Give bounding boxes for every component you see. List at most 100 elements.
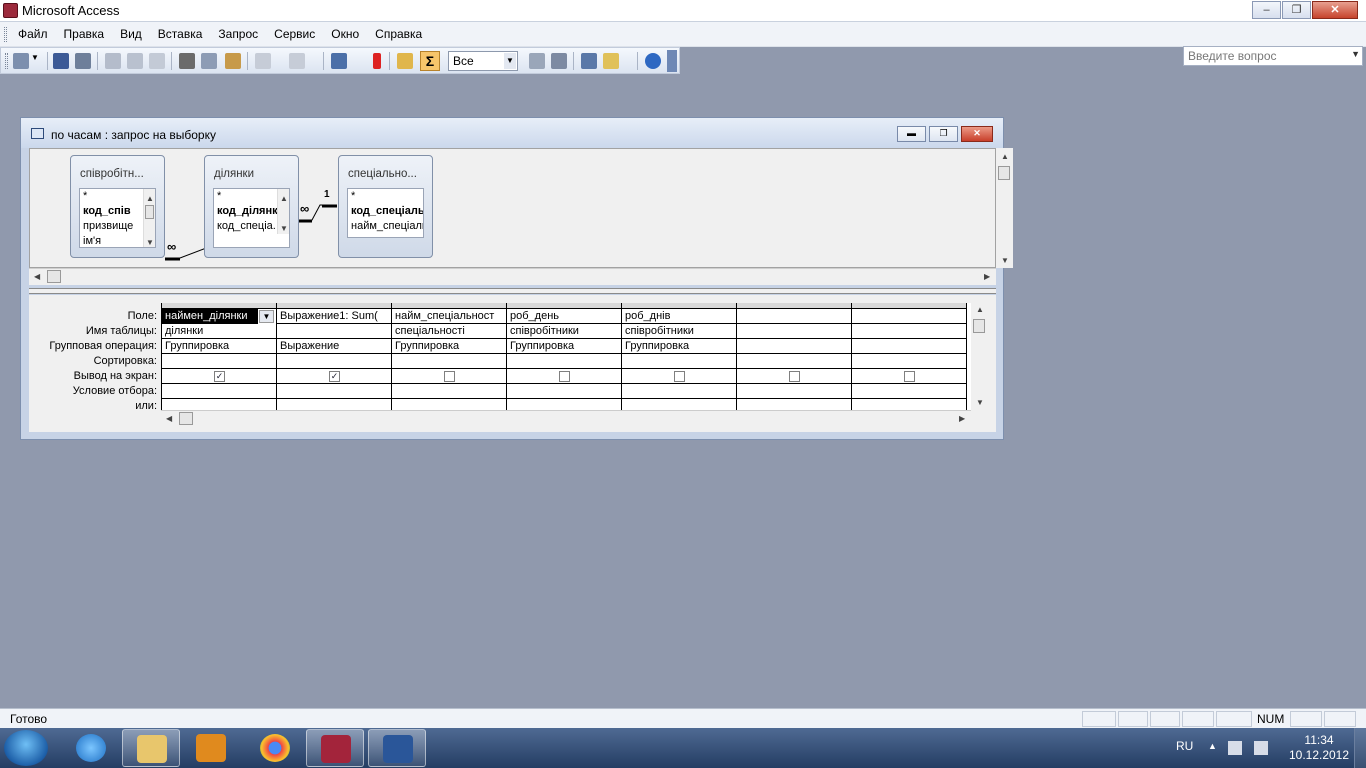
clock[interactable]: 11:34 10.12.2012 xyxy=(1284,733,1354,763)
show-checkbox[interactable] xyxy=(444,371,455,382)
grid-cell-criteria[interactable] xyxy=(852,384,966,399)
table-pane-hscrollbar[interactable]: ◀ ▶ xyxy=(29,268,996,285)
language-indicator[interactable]: RU xyxy=(1176,739,1193,753)
query-window-titlebar[interactable]: по часам : запрос на выборку ▬ ❐ ✕ xyxy=(21,118,1003,148)
menu-item[interactable]: Файл xyxy=(10,27,56,41)
menu-item[interactable]: Запрос xyxy=(210,27,266,41)
grid-cell-sort[interactable] xyxy=(392,354,506,369)
menu-item[interactable]: Вставка xyxy=(150,27,211,41)
table-pane-vscrollbar[interactable]: ▲ ▼ xyxy=(996,148,1013,268)
grid-cell-show[interactable] xyxy=(737,369,851,384)
save-icon[interactable] xyxy=(53,53,69,69)
start-button[interactable] xyxy=(4,730,48,766)
view-dropdown-icon[interactable]: ▼ xyxy=(31,53,41,69)
chevron-down-icon[interactable]: ▼ xyxy=(1351,49,1360,59)
query-close-button[interactable]: ✕ xyxy=(961,126,993,142)
grid-cell-total[interactable]: Группировка xyxy=(622,339,736,354)
menu-grip[interactable] xyxy=(4,27,7,42)
minimize-button[interactable]: – xyxy=(1252,1,1281,19)
paste-icon[interactable] xyxy=(225,53,241,69)
top-values-select[interactable]: Все ▼ xyxy=(448,51,518,71)
show-table-icon[interactable] xyxy=(397,53,413,69)
show-checkbox[interactable] xyxy=(789,371,800,382)
grid-cell-field[interactable] xyxy=(737,309,851,324)
copy-icon[interactable] xyxy=(201,53,217,69)
grid-cell-show[interactable] xyxy=(392,369,506,384)
grid-cell-field[interactable]: найм_спеціальност xyxy=(392,309,506,324)
redo-icon[interactable] xyxy=(289,53,305,69)
cut-icon[interactable] xyxy=(179,53,195,69)
restore-button[interactable]: ❐ xyxy=(1282,1,1311,19)
grid-cell-show[interactable]: ✓ xyxy=(277,369,391,384)
design-grid-hscrollbar[interactable]: ◀ ▶ xyxy=(161,410,971,427)
grid-cell-criteria[interactable] xyxy=(162,384,276,399)
grid-cell-field[interactable]: роб_день xyxy=(507,309,621,324)
grid-cell-field[interactable]: наймен_ділянки xyxy=(162,309,258,324)
grid-cell-sort[interactable] xyxy=(507,354,621,369)
grid-cell-field[interactable]: роб_днів xyxy=(622,309,736,324)
properties-icon[interactable] xyxy=(529,53,545,69)
grid-cell-sort[interactable] xyxy=(162,354,276,369)
field-list-scrollbar[interactable]: ▲ ▼ xyxy=(277,189,289,234)
grid-cell-show[interactable] xyxy=(852,369,966,384)
field-item[interactable]: * xyxy=(351,189,423,204)
undo-icon[interactable] xyxy=(255,53,271,69)
network-icon[interactable] xyxy=(1228,741,1242,755)
volume-icon[interactable] xyxy=(1254,741,1268,755)
show-checkbox[interactable] xyxy=(559,371,570,382)
help-search-input[interactable]: Введите вопрос ▼ xyxy=(1183,46,1363,66)
query-restore-button[interactable]: ❐ xyxy=(929,126,958,142)
toolbar-grip[interactable] xyxy=(5,53,8,69)
grid-cell-table[interactable] xyxy=(852,324,966,339)
grid-cell-sort[interactable] xyxy=(737,354,851,369)
help-icon[interactable] xyxy=(645,53,661,69)
grid-cell-criteria[interactable] xyxy=(277,384,391,399)
print-icon[interactable] xyxy=(105,53,121,69)
grid-cell-table[interactable]: ділянки xyxy=(162,324,276,339)
show-checkbox[interactable]: ✓ xyxy=(329,371,340,382)
chevron-down-icon[interactable]: ▼ xyxy=(259,310,274,323)
grid-cell-show[interactable] xyxy=(507,369,621,384)
database-window-icon[interactable] xyxy=(581,53,597,69)
grid-cell-total[interactable]: Выражение xyxy=(277,339,391,354)
grid-cell-total[interactable] xyxy=(852,339,966,354)
grid-cell-criteria[interactable] xyxy=(622,384,736,399)
grid-cell-criteria[interactable] xyxy=(737,384,851,399)
grid-cell-total[interactable]: Группировка xyxy=(392,339,506,354)
field-item-key[interactable]: код_спеціальн xyxy=(351,204,423,219)
grid-cell-table[interactable]: співробітники xyxy=(507,324,621,339)
taskbar-word[interactable] xyxy=(368,729,426,767)
grid-cell-criteria[interactable] xyxy=(507,384,621,399)
grid-cell-field[interactable] xyxy=(852,309,966,324)
query-minimize-button[interactable]: ▬ xyxy=(897,126,926,142)
grid-cell-table[interactable] xyxy=(277,324,391,339)
grid-cell-total[interactable]: Группировка xyxy=(507,339,621,354)
field-list[interactable]: * код_ділянк код_спеціа. ▲ ▼ xyxy=(213,188,290,248)
menu-item[interactable]: Окно xyxy=(323,27,367,41)
table-box-sites[interactable]: ділянки * код_ділянк код_спеціа. ▲ ▼ xyxy=(204,155,299,258)
grid-cell-show[interactable] xyxy=(622,369,736,384)
view-icon[interactable] xyxy=(13,53,29,69)
field-item[interactable]: найм_спеціальн xyxy=(351,219,423,234)
taskbar-access[interactable] xyxy=(306,729,364,767)
field-list-scrollbar[interactable]: ▲ ▼ xyxy=(143,189,155,247)
table-box-specialties[interactable]: спеціально... * код_спеціальн найм_спеці… xyxy=(338,155,433,258)
field-list[interactable]: * код_спів призвище ім'я ▲ ▼ xyxy=(79,188,156,248)
menu-item[interactable]: Сервис xyxy=(266,27,323,41)
show-hidden-icons-icon[interactable]: ▲ xyxy=(1208,741,1222,755)
grid-cell-table[interactable]: спеціальності xyxy=(392,324,506,339)
table-box-employees[interactable]: співробітн... * код_спів призвище ім'я ▲… xyxy=(70,155,165,258)
print-preview-icon[interactable] xyxy=(127,53,143,69)
spelling-icon[interactable] xyxy=(149,53,165,69)
grid-cell-criteria[interactable] xyxy=(392,384,506,399)
pane-splitter[interactable] xyxy=(29,288,996,294)
grid-cell-sort[interactable] xyxy=(277,354,391,369)
grid-cell-table[interactable] xyxy=(737,324,851,339)
grid-cell-show[interactable]: ✓ xyxy=(162,369,276,384)
grid-cell-total[interactable]: Группировка xyxy=(162,339,276,354)
taskbar-media-player[interactable] xyxy=(182,729,240,767)
toolbar-options-icon[interactable] xyxy=(667,50,677,72)
grid-cell-total[interactable] xyxy=(737,339,851,354)
design-grid-vscrollbar[interactable]: ▲ ▼ xyxy=(971,303,988,410)
grid-cell-sort[interactable] xyxy=(852,354,966,369)
